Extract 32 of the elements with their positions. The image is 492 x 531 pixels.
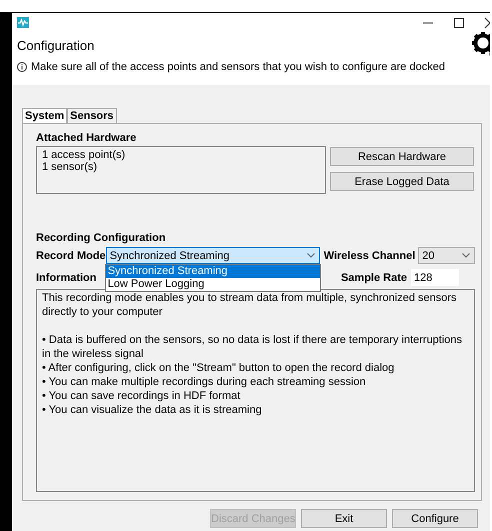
footer-button[interactable]: Configure <box>392 509 478 528</box>
wireless-channel-dropdown[interactable]: 20 <box>418 247 475 264</box>
info-icon <box>17 62 27 72</box>
bullet-point: • You can visualize the data as it is streaming <box>42 403 263 417</box>
field-label: Record Mode <box>36 250 106 262</box>
hardware-item: 1 access point(s) <box>42 149 126 161</box>
group-title: Recording Configuration <box>36 232 167 244</box>
field-label: Wireless Channel <box>324 250 416 262</box>
tab[interactable]: Sensors <box>67 108 117 123</box>
maximize-icon[interactable] <box>453 16 465 28</box>
app-logo-icon <box>17 17 29 28</box>
field-label: Information <box>36 272 96 284</box>
bullet-point: • After configuring, click on the "Stream" button to open the record dialog <box>42 361 396 375</box>
tab[interactable]: System <box>22 108 68 123</box>
group-title: Attached Hardware <box>36 132 138 144</box>
bullet-point: • Data is buffered on the sensors, so no data is lost if there are temporary interruptions in the wireless signal <box>42 333 464 361</box>
hardware-button[interactable]: Rescan Hardware <box>330 147 474 166</box>
hardware-button[interactable]: Erase Logged Data <box>330 172 474 191</box>
dropdown-option[interactable]: Low Power Logging <box>106 278 320 291</box>
field-label: Sample Rate <box>340 272 407 284</box>
bullet-point: • You can save recordings in HDF format <box>42 389 242 403</box>
caret-icon <box>462 253 470 258</box>
dialog-title: Configuration <box>17 38 96 53</box>
record-mode-dropdown[interactable]: Synchronized Streaming <box>106 247 320 264</box>
bullet-point: • You can make multiple recordings during each streaming session <box>42 375 367 389</box>
info-message: Make sure all of the access points and sensors that you wish to configure are docked <box>31 61 445 73</box>
sample-rate-field[interactable]: 128 <box>411 269 459 286</box>
information-text: This recording mode enables you to stream data from multiple, synchronized sensors directly to your computer <box>42 291 458 319</box>
footer-button[interactable]: Exit <box>301 509 387 528</box>
caret-icon <box>306 253 315 258</box>
hardware-item: 1 sensor(s) <box>42 161 98 173</box>
dropdown-option[interactable]: Synchronized Streaming <box>106 265 320 278</box>
